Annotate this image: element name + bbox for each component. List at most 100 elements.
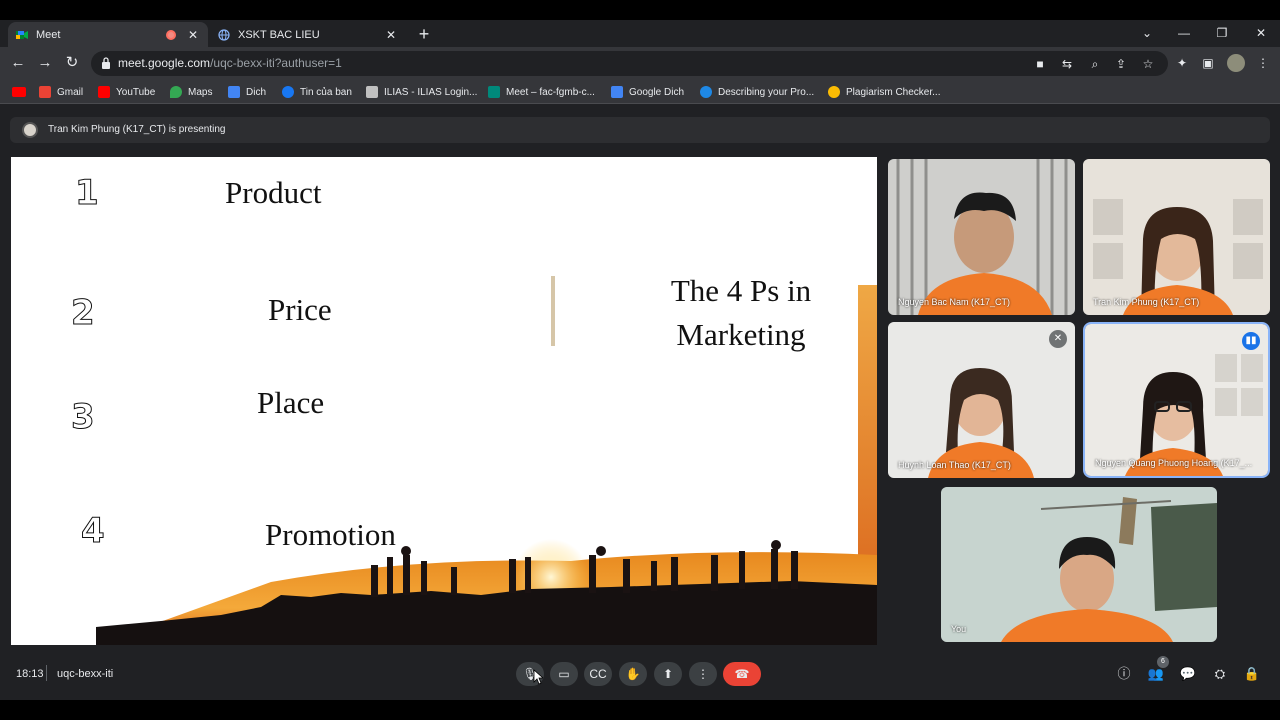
slide-title-line: The 4 Ps in: [670, 273, 812, 308]
tab-meet[interactable]: Meet ✕: [8, 22, 208, 47]
bookmark-gmail[interactable]: Gmail: [39, 84, 83, 100]
translate-icon: [611, 86, 623, 98]
presentation-slide: 1 Product 2 Price 3 Place 4 Promotion Th…: [11, 157, 877, 645]
side-panel-icon[interactable]: ▣: [1200, 55, 1216, 71]
presenting-text: Tran Kim Phung (K17_CT) is presenting: [48, 124, 226, 135]
participant-video: [888, 322, 1075, 478]
raise-hand-button[interactable]: ✋: [619, 662, 647, 686]
tab-title: XSKT BAC LIEU: [238, 28, 320, 41]
back-button[interactable]: ←: [7, 52, 29, 74]
tab-strip: Meet ✕ XSKT BAC LIEU ✕: [0, 20, 1280, 47]
close-tab-icon[interactable]: ✕: [186, 28, 200, 42]
host-controls-icon[interactable]: 🔒: [1242, 664, 1262, 684]
present-screen-button[interactable]: ⬆: [654, 662, 682, 686]
slide-divider: [551, 276, 555, 346]
slide-number: 1: [75, 173, 100, 214]
presenter-avatar: [22, 122, 38, 138]
bookmark-label: Dich: [246, 86, 267, 98]
slide-item-place: Place: [257, 385, 325, 420]
bookmark-label: Meet – fac-fgmb-c...: [506, 86, 595, 98]
bookmark-maps[interactable]: Maps: [170, 84, 212, 100]
close-window-button[interactable]: ✕: [1246, 22, 1276, 44]
bookmark-label: Gmail: [57, 86, 84, 98]
screen: Meet ✕ XSKT BAC LIEU ✕ + ⌄ — ❐ ✕ ← → ↻ m…: [0, 0, 1280, 720]
activities-icon[interactable]: ⛭: [1210, 664, 1230, 684]
bookmark-ilias[interactable]: ILIAS - ILIAS Login...: [366, 84, 477, 100]
bookmark-label: ILIAS - ILIAS Login...: [384, 86, 478, 98]
slide-title-line: Marketing: [676, 317, 806, 352]
recording-icon: [166, 29, 176, 40]
reload-button[interactable]: ↻: [61, 52, 83, 74]
close-tab-icon[interactable]: ✕: [384, 28, 398, 42]
bookmarks-bar: Gmail YouTube Maps Dich Tin của ban ILIA…: [0, 80, 1280, 104]
participant-name: Tran Kim Phung (K17_CT): [1093, 297, 1200, 307]
letterbox-top: [0, 0, 1280, 20]
bookmark-youtube[interactable]: YouTube: [98, 84, 155, 100]
bookmark-label: Tin của ban: [300, 86, 352, 98]
profile-avatar[interactable]: [1227, 54, 1245, 72]
facebook-icon: [282, 86, 294, 98]
participant-tile[interactable]: ✕ Huynh Loan Thao (K17_CT): [888, 322, 1075, 478]
tab-title: Meet: [36, 28, 61, 41]
slide-item-product: Product: [225, 175, 322, 210]
extensions-icon[interactable]: ✦: [1174, 55, 1190, 71]
plagiarism-icon: [828, 86, 840, 98]
more-options-button[interactable]: ⋮: [689, 662, 717, 686]
maps-pin-icon: [170, 86, 182, 98]
address-bar[interactable]: meet.google.com/uqc-bexx-iti?authuser=1 …: [91, 51, 1168, 76]
bookmark-apps[interactable]: [12, 84, 32, 100]
meeting-time: 18:13: [16, 668, 44, 680]
gmail-icon: [39, 86, 51, 98]
divider: [46, 665, 47, 681]
minimize-button[interactable]: —: [1169, 22, 1199, 44]
camera-icon[interactable]: ■: [1032, 56, 1048, 72]
camera-button[interactable]: ▭: [550, 662, 578, 686]
meeting-code: uqc-bexx-iti: [57, 668, 114, 680]
lock-icon: [102, 57, 110, 69]
menu-kebab-icon[interactable]: ⋮: [1255, 55, 1271, 71]
meeting-details-icon[interactable]: ⓘ: [1114, 664, 1134, 684]
muted-mic-icon: ✕: [1049, 330, 1067, 348]
participant-tile[interactable]: Nguyen Bac Nam (K17_CT): [888, 159, 1075, 315]
meet-icon: [488, 86, 500, 98]
bookmark-google-dich[interactable]: Google Dich: [611, 84, 684, 100]
meet-favicon-icon: [16, 29, 28, 41]
bookmark-meet[interactable]: Meet – fac-fgmb-c...: [488, 84, 595, 100]
tab-xskt[interactable]: XSKT BAC LIEU ✕: [210, 22, 406, 47]
maximize-button[interactable]: ❐: [1207, 22, 1237, 44]
slide-number: 2: [71, 293, 96, 334]
slide-number: 3: [71, 397, 96, 438]
captions-button[interactable]: CC: [584, 662, 612, 686]
participant-tile[interactable]: Tran Kim Phung (K17_CT): [1083, 159, 1270, 315]
participant-tile-speaking[interactable]: ▮▮ Nguyen Quang Phuong Hoang (K17_...: [1083, 322, 1270, 478]
participant-name: Huynh Loan Thao (K17_CT): [898, 460, 1011, 470]
participant-name: Nguyen Bac Nam (K17_CT): [898, 297, 1011, 307]
participant-video: [888, 159, 1075, 315]
chat-icon[interactable]: 💬: [1178, 664, 1198, 684]
slide-item-price: Price: [268, 292, 332, 327]
new-tab-button[interactable]: +: [414, 25, 434, 43]
url-host: meet.google.com: [118, 56, 211, 70]
url-text: meet.google.com/uqc-bexx-iti?authuser=1: [118, 56, 342, 70]
forward-button[interactable]: →: [34, 52, 56, 74]
bookmark-facebook[interactable]: Tin của ban: [282, 84, 352, 100]
zoom-icon[interactable]: ⌕: [1087, 56, 1103, 72]
participant-video: [1083, 159, 1270, 315]
bookmark-dich[interactable]: Dich: [228, 84, 266, 100]
bookmark-label: Describing your Pro...: [718, 86, 815, 98]
participant-name: You: [951, 624, 967, 634]
self-view-tile[interactable]: You: [941, 487, 1217, 642]
youtube-icon: [98, 86, 110, 98]
translate-icon[interactable]: ⇆: [1059, 56, 1075, 72]
bookmark-describing[interactable]: Describing your Pro...: [700, 84, 814, 100]
tab-search-chevron-icon[interactable]: ⌄: [1132, 22, 1162, 44]
ilias-icon: [366, 86, 378, 98]
share-icon[interactable]: ⇪: [1113, 56, 1129, 72]
bookmark-plagiarism[interactable]: Plagiarism Checker...: [828, 84, 940, 100]
translate-icon: [228, 86, 240, 98]
leave-call-button[interactable]: ☎: [723, 662, 761, 686]
presenting-banner: Tran Kim Phung (K17_CT) is presenting: [10, 117, 1270, 143]
mouse-cursor-icon: [533, 669, 543, 685]
url-path: /uqc-bexx-iti?authuser=1: [210, 56, 342, 70]
bookmark-star-icon[interactable]: ☆: [1140, 56, 1156, 72]
